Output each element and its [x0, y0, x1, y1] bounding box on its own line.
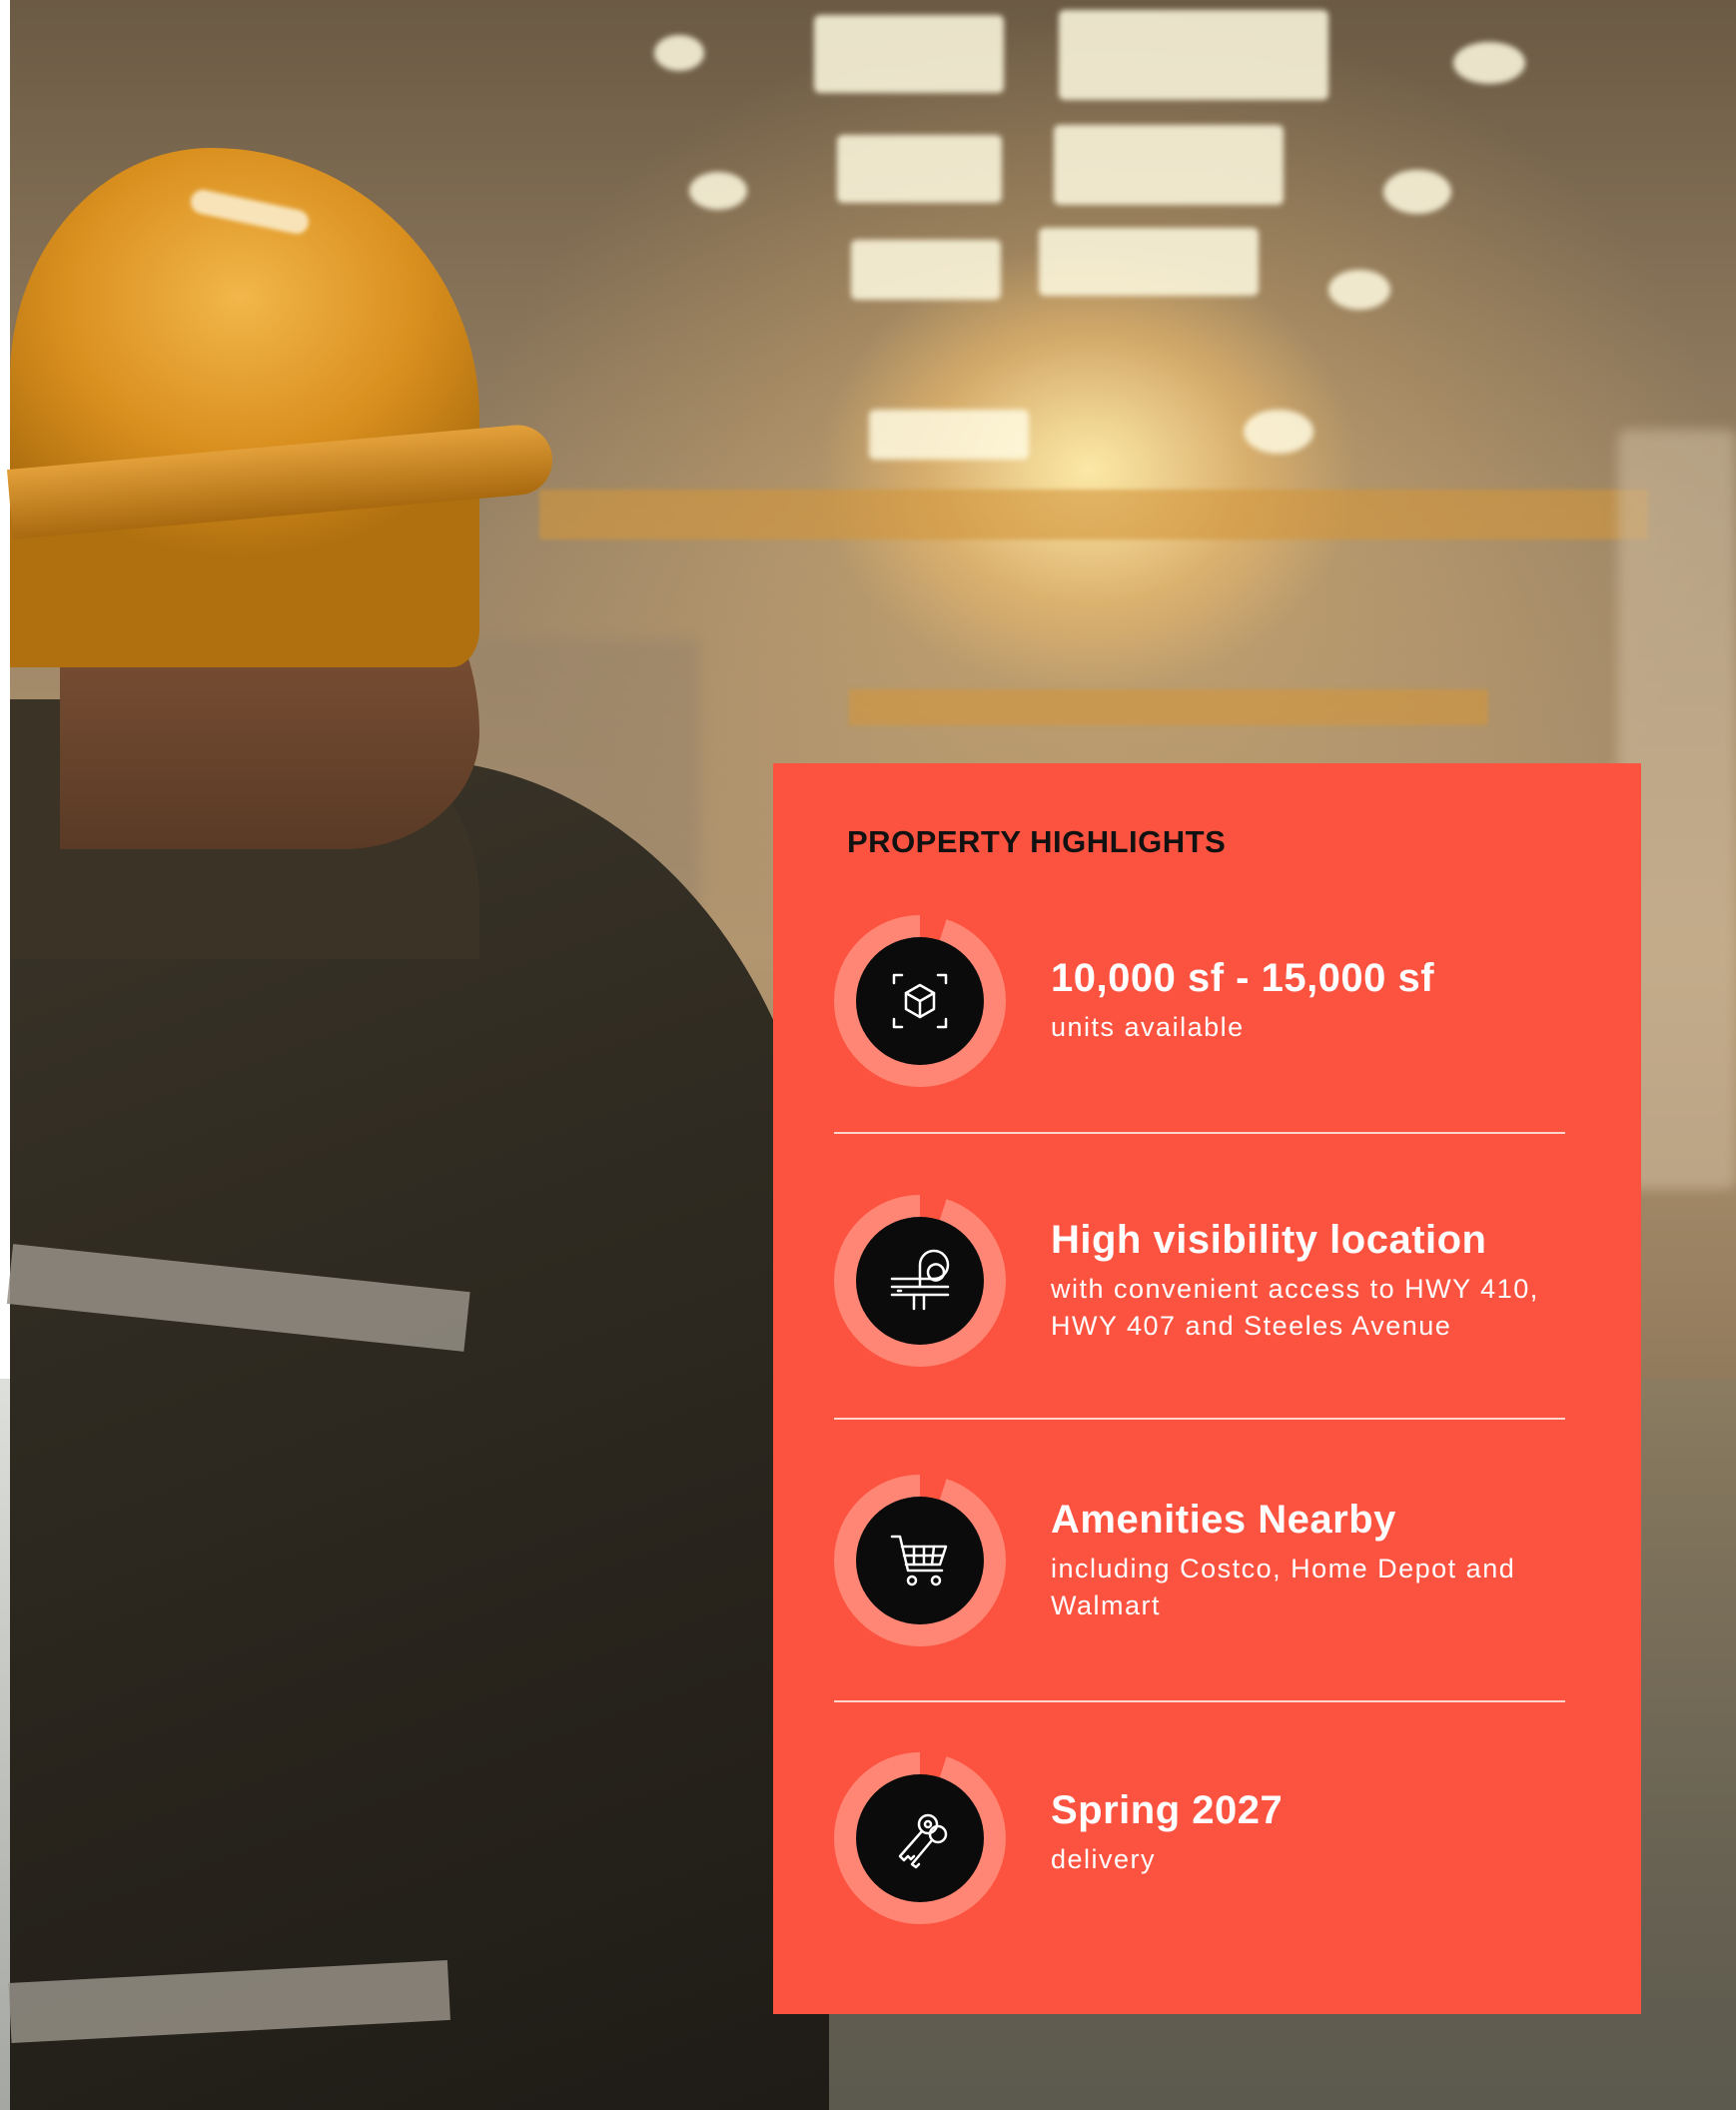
- card-title: PROPERTY HIGHLIGHTS: [847, 824, 1227, 859]
- ceiling-light: [689, 172, 747, 210]
- ceiling-light: [1383, 170, 1451, 214]
- ceiling-light: [1328, 270, 1390, 310]
- item-heading: Spring 2027: [1051, 1788, 1284, 1832]
- divider: [834, 1700, 1565, 1702]
- highlight-item-amenities: Amenities Nearby including Costco, Home …: [834, 1475, 1593, 1646]
- ceiling-light: [1059, 10, 1328, 100]
- ceiling-light: [1453, 42, 1525, 84]
- icon-ring: [834, 915, 1006, 1087]
- divider: [834, 1132, 1565, 1134]
- worker-jacket: [10, 759, 829, 2110]
- item-heading: High visibility location: [1051, 1218, 1487, 1262]
- item-detail: including Costco, Home Depot and Walmart: [1051, 1554, 1516, 1620]
- crane-beam: [849, 689, 1488, 725]
- item-detail: units available: [1051, 1012, 1245, 1042]
- item-detail: delivery: [1051, 1844, 1157, 1874]
- item-heading: Amenities Nearby: [1051, 1498, 1396, 1542]
- property-highlights-card: PROPERTY HIGHLIGHTS 10,000 sf - 15,000 s…: [773, 763, 1641, 2014]
- shopping-cart-icon: [890, 1535, 948, 1586]
- ceiling-light: [869, 410, 1029, 460]
- icon-ring: [834, 1475, 1006, 1646]
- ceiling-light: [1054, 125, 1284, 205]
- highlight-item-units: 10,000 sf - 15,000 sf units available: [834, 915, 1593, 1087]
- ceiling-light: [1039, 228, 1259, 296]
- icon-ring: [834, 1195, 1006, 1367]
- ceiling-light: [851, 240, 1001, 300]
- ceiling-light: [837, 135, 1002, 203]
- highlight-item-delivery: Spring 2027 delivery: [834, 1752, 1593, 1924]
- keys-icon: [898, 1813, 948, 1869]
- icon-ring: [834, 1752, 1006, 1924]
- ceiling-light: [1244, 410, 1313, 454]
- box-icon: [892, 973, 948, 1029]
- ceiling-light: [814, 15, 1004, 93]
- hard-hat: [10, 148, 479, 667]
- divider: [834, 1418, 1565, 1420]
- highway-interchange-icon: [890, 1249, 950, 1311]
- item-heading: 10,000 sf - 15,000 sf: [1051, 956, 1435, 1000]
- crane-beam: [539, 490, 1648, 539]
- item-detail: with convenient access to HWY 410, HWY 4…: [1051, 1274, 1539, 1341]
- highlight-item-location: High visibility location with convenient…: [834, 1195, 1593, 1367]
- ceiling-light: [654, 35, 704, 71]
